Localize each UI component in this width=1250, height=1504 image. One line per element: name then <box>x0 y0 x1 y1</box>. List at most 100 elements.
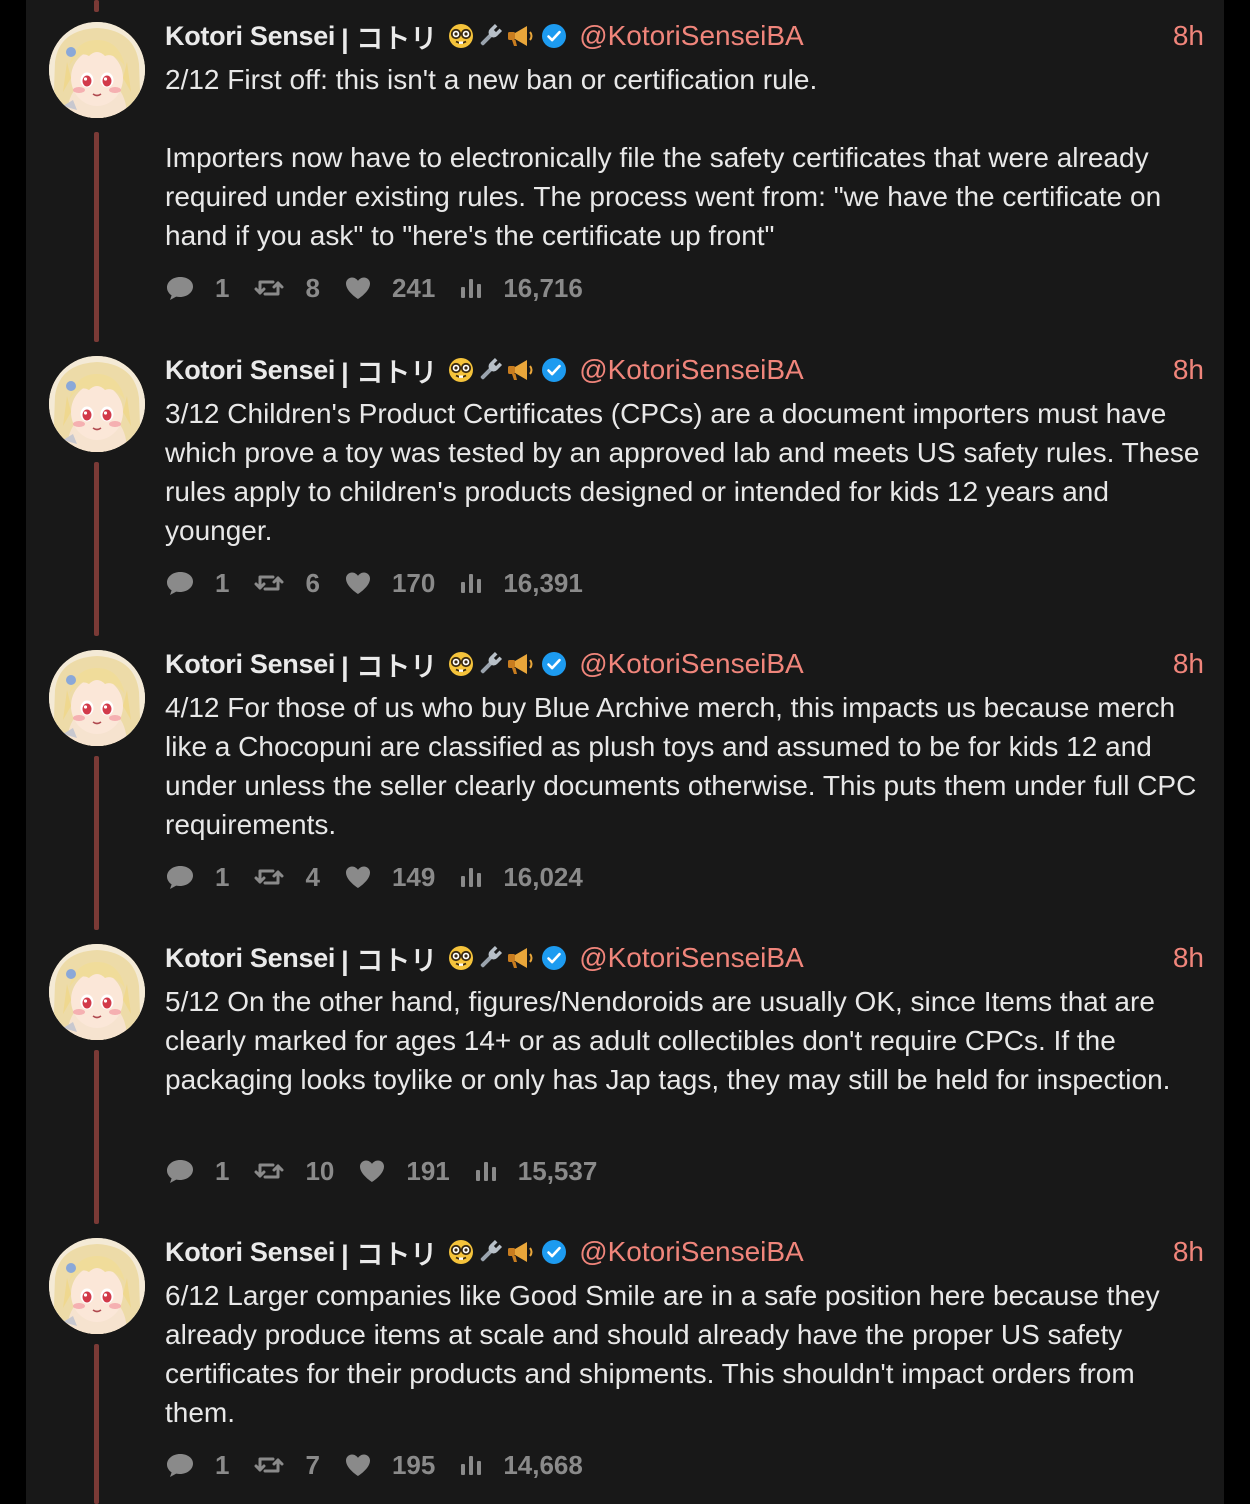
tweet[interactable]: Kotori Sensei | コトリ @KotoriSenseiBA 8h 6… <box>26 1216 1224 1504</box>
reply-icon <box>165 569 205 597</box>
verified-badge-icon <box>541 1239 567 1265</box>
like-button[interactable]: 149 <box>344 862 435 893</box>
like-button[interactable]: 170 <box>344 568 435 599</box>
thread-connector <box>94 462 99 636</box>
tweet-actions: 1 8 241 16,716 <box>165 272 607 304</box>
repost-icon <box>253 570 295 596</box>
like-button[interactable]: 241 <box>344 273 435 304</box>
tweet-header: Kotori Sensei | コトリ @KotoriSenseiBA 8h <box>165 940 1204 976</box>
tweet-actions: 1 7 195 14,668 <box>165 1449 607 1481</box>
nerd-face-icon <box>447 944 475 972</box>
like-count: 241 <box>391 272 436 303</box>
display-name[interactable]: Kotori Sensei <box>165 355 335 386</box>
reply-count: 1 <box>215 1155 230 1186</box>
tweet[interactable]: Kotori Sensei | コトリ @KotoriSenseiBA 8h 2… <box>26 0 1224 342</box>
like-button[interactable]: 195 <box>344 1450 435 1481</box>
repost-button[interactable]: 10 <box>253 1156 334 1187</box>
views-icon <box>474 1159 508 1183</box>
wrench-icon <box>477 1238 503 1266</box>
avatar[interactable] <box>49 22 145 118</box>
tweet[interactable]: Kotori Sensei | コトリ @KotoriSenseiBA 8h 3… <box>26 334 1224 636</box>
repost-count: 6 <box>305 567 320 598</box>
display-name[interactable]: Kotori Sensei <box>165 21 335 52</box>
verified-badge-icon <box>541 651 567 677</box>
like-count: 195 <box>391 1449 436 1480</box>
tweet-actions: 1 6 170 16,391 <box>165 567 607 599</box>
handle[interactable]: @KotoriSenseiBA <box>579 648 804 680</box>
nerd-face-icon <box>447 650 475 678</box>
tweet-actions: 1 10 191 15,537 <box>165 1155 621 1187</box>
heart-icon <box>344 1452 382 1478</box>
reply-button[interactable]: 1 <box>165 568 229 599</box>
tweet-text: 6/12 Larger companies like Good Smile ar… <box>165 1280 1168 1428</box>
avatar[interactable] <box>49 356 145 452</box>
nerd-face-icon <box>447 22 475 50</box>
name-suffix: | コトリ <box>341 651 438 682</box>
timestamp[interactable]: 8h <box>1173 648 1204 680</box>
nerd-face-icon <box>447 1238 475 1266</box>
heart-icon <box>344 864 382 890</box>
repost-icon <box>253 1158 295 1184</box>
repost-count: 4 <box>305 861 320 892</box>
views-button[interactable]: 16,391 <box>459 568 583 599</box>
repost-button[interactable]: 7 <box>253 1450 320 1481</box>
nerd-face-icon <box>447 356 475 384</box>
views-button[interactable]: 16,716 <box>459 273 583 304</box>
reply-count: 1 <box>215 1449 230 1480</box>
timestamp[interactable]: 8h <box>1173 354 1204 386</box>
reply-icon <box>165 1157 205 1185</box>
reply-count: 1 <box>215 567 230 598</box>
megaphone-icon <box>505 356 535 384</box>
megaphone-icon <box>505 22 535 50</box>
like-count: 149 <box>391 861 436 892</box>
timestamp[interactable]: 8h <box>1173 942 1204 974</box>
display-name[interactable]: Kotori Sensei <box>165 1237 335 1268</box>
view-count: 16,716 <box>503 272 583 303</box>
repost-button[interactable]: 4 <box>253 861 320 893</box>
handle[interactable]: @KotoriSenseiBA <box>579 20 804 52</box>
tweet-text: 3/12 Children's Product Certificates (CP… <box>165 398 1208 546</box>
tweet[interactable]: Kotori Sensei | コトリ @KotoriSenseiBA 8h 4… <box>26 628 1224 930</box>
views-icon <box>459 571 493 595</box>
reply-button[interactable]: 1 <box>165 273 229 304</box>
emoji-set <box>447 650 535 678</box>
tweet-header: Kotori Sensei | コトリ @KotoriSenseiBA 8h <box>165 1234 1204 1270</box>
repost-button[interactable]: 6 <box>253 567 320 599</box>
tweet-text: 5/12 On the other hand, figures/Nendoroi… <box>165 986 1171 1095</box>
reply-icon <box>165 274 205 302</box>
avatar[interactable] <box>49 650 145 746</box>
name-suffix: | コトリ <box>341 357 438 388</box>
verified-badge-icon <box>541 357 567 383</box>
handle[interactable]: @KotoriSenseiBA <box>579 942 804 974</box>
reply-button[interactable]: 1 <box>165 1450 229 1481</box>
repost-icon <box>253 275 295 301</box>
reply-count: 1 <box>215 861 230 892</box>
reply-icon <box>165 1451 205 1479</box>
reply-button[interactable]: 1 <box>165 1156 229 1187</box>
reply-button[interactable]: 1 <box>165 862 229 893</box>
views-button[interactable]: 16,024 <box>459 862 583 893</box>
timestamp[interactable]: 8h <box>1173 1236 1204 1268</box>
views-button[interactable]: 14,668 <box>459 1450 583 1481</box>
repost-button[interactable]: 8 <box>253 273 320 304</box>
tweet-header: Kotori Sensei | コトリ @KotoriSenseiBA 8h <box>165 352 1204 388</box>
name-suffix: | コトリ <box>341 945 438 976</box>
like-button[interactable]: 191 <box>358 1156 450 1187</box>
display-name[interactable]: Kotori Sensei <box>165 649 335 680</box>
handle[interactable]: @KotoriSenseiBA <box>579 1236 804 1268</box>
verified-badge-icon <box>541 945 567 971</box>
heart-icon <box>358 1158 396 1184</box>
display-name[interactable]: Kotori Sensei <box>165 943 335 974</box>
tweet-text: 2/12 First off: this isn't a new ban or … <box>165 64 1162 251</box>
views-button[interactable]: 15,537 <box>474 1156 597 1187</box>
avatar[interactable] <box>49 944 145 1040</box>
wrench-icon <box>477 650 503 678</box>
timestamp[interactable]: 8h <box>1173 20 1204 52</box>
heart-icon <box>344 275 382 301</box>
handle[interactable]: @KotoriSenseiBA <box>579 354 804 386</box>
wrench-icon <box>477 356 503 384</box>
view-count: 14,668 <box>503 1449 583 1480</box>
tweet[interactable]: Kotori Sensei | コトリ @KotoriSenseiBA 8h 5… <box>26 922 1224 1224</box>
avatar[interactable] <box>49 1238 145 1334</box>
thread-connector <box>94 132 99 342</box>
